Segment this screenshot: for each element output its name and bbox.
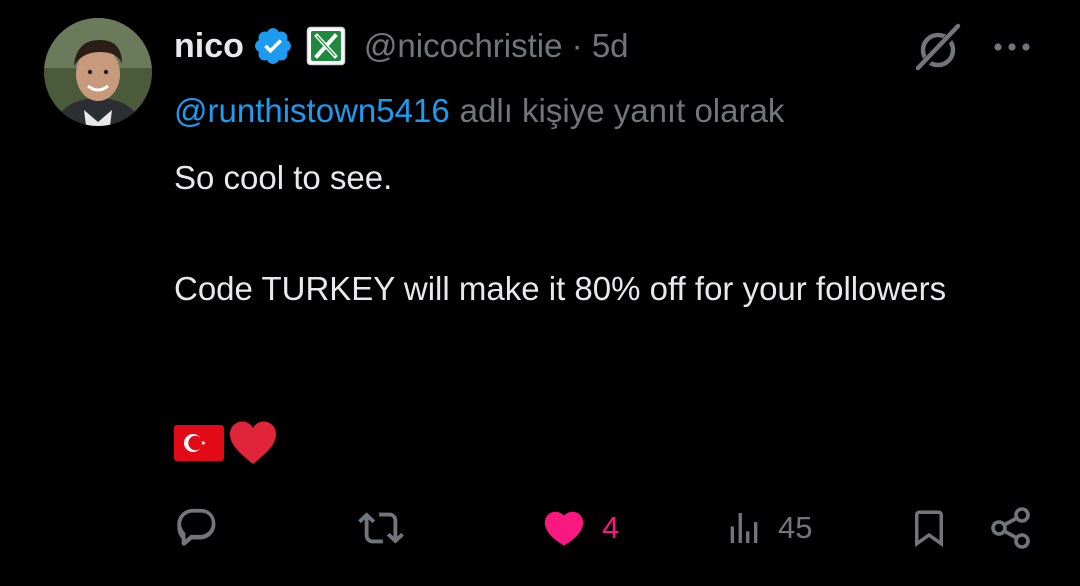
like-count: 4 [602, 510, 620, 545]
verified-badge-icon[interactable] [252, 25, 294, 67]
turkey-flag-icon [174, 425, 224, 461]
avatar-image [44, 18, 152, 126]
views-button[interactable]: 45 [724, 500, 812, 556]
retweet-button[interactable] [356, 500, 420, 556]
emoji-row [174, 420, 278, 466]
tweet-text-line-1: So cool to see. [174, 159, 393, 196]
separator: · [571, 27, 583, 64]
tweet-header: nico @nicochristie · 5d [174, 22, 629, 70]
reply-button[interactable] [174, 500, 234, 556]
reply-context-text: adlı kişiye yanıt olarak [459, 92, 785, 129]
author-name[interactable]: nico [174, 27, 244, 66]
more-dots-icon[interactable] [992, 36, 1032, 58]
views-bar-icon [730, 513, 758, 543]
share-icon [991, 507, 1030, 549]
author-handle[interactable]: @nicochristie [364, 27, 563, 64]
heart-icon [544, 511, 584, 546]
like-button[interactable]: 4 [540, 500, 619, 556]
reply-bubble-icon [177, 508, 216, 546]
tweet-time[interactable]: 5d [592, 27, 629, 64]
tweet-actions: 4 45 [0, 500, 1080, 560]
share-button[interactable] [988, 500, 1034, 556]
retweet-icon [358, 512, 404, 544]
affiliate-x-badge-icon[interactable] [306, 26, 346, 66]
tweet-text-line-2: Code TURKEY will make it 80% off for you… [174, 270, 947, 307]
grok-icon[interactable] [912, 22, 964, 74]
avatar[interactable] [44, 18, 152, 126]
reply-context: @runthistown5416 adlı kişiye yanıt olarak [174, 92, 784, 130]
reply-mention-link[interactable]: @runthistown5416 [174, 92, 450, 129]
red-heart-icon [230, 421, 276, 464]
bookmark-button[interactable] [908, 500, 950, 556]
bookmark-icon [915, 510, 943, 548]
view-count: 45 [778, 510, 813, 545]
